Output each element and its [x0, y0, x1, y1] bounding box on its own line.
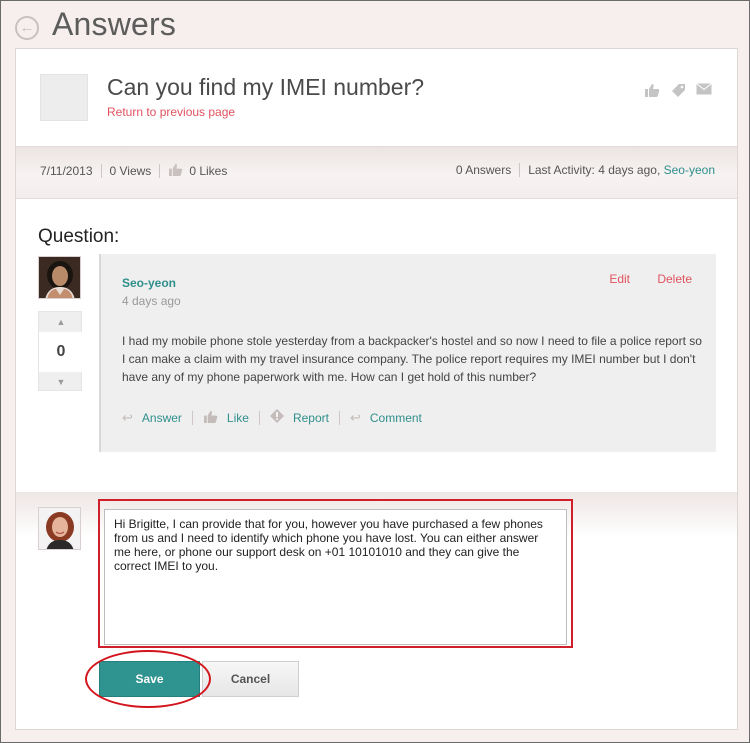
reply-arrow-icon: ↩	[349, 409, 361, 425]
return-to-previous-link[interactable]: Return to previous page	[107, 105, 235, 119]
envelope-icon[interactable]	[695, 83, 713, 97]
last-activity-label: Last Activity: 4 days ago,	[528, 163, 661, 177]
question-top-actions	[643, 83, 713, 97]
divider	[159, 164, 161, 178]
comment-action[interactable]: ↩ Comment	[350, 410, 422, 426]
views-count: 0 Views	[109, 164, 152, 178]
avatar[interactable]	[38, 507, 81, 550]
post-author-link[interactable]: Seo-yeon	[122, 276, 176, 290]
avatar[interactable]	[38, 256, 81, 299]
question-title: Can you find my IMEI number?	[107, 74, 425, 100]
save-button[interactable]: Save	[99, 661, 200, 697]
report-action[interactable]: Report	[269, 409, 329, 426]
answer-action-label: Answer	[141, 410, 182, 425]
question-section-label: Question:	[38, 226, 120, 247]
question-meta-bar: 7/11/2013 0 Views 0 Likes 0 Answers Last…	[16, 146, 737, 199]
question-thumbnail	[40, 74, 88, 121]
back-arrow-icon[interactable]: ←	[15, 16, 39, 40]
post-actions: ↩ Answer Like Report ↩ Comment	[122, 409, 422, 426]
answer-action[interactable]: ↩ Answer	[122, 410, 182, 426]
divider	[191, 410, 193, 425]
vote-widget: ▲ 0 ▼	[38, 311, 83, 392]
thumbs-up-icon	[203, 410, 218, 426]
answers-count: 0 Answers	[455, 163, 512, 177]
vote-up-icon[interactable]: ▲	[39, 312, 83, 332]
reply-arrow-icon: ↩	[122, 409, 133, 425]
edit-link[interactable]: Edit	[609, 272, 630, 286]
divider	[258, 410, 260, 425]
cancel-button[interactable]: Cancel	[202, 661, 299, 697]
answer-textarea[interactable]: Hi Brigitte, I can provide that for you,…	[104, 509, 567, 645]
vote-count: 0	[39, 332, 83, 372]
delete-link[interactable]: Delete	[657, 272, 692, 286]
thumbs-up-icon[interactable]	[643, 83, 661, 97]
thumbs-up-icon	[168, 163, 183, 179]
divider	[338, 410, 340, 425]
divider	[519, 163, 521, 177]
last-activity-user-link[interactable]: Seo-yeon	[664, 163, 715, 177]
post-date: 7/11/2013	[40, 164, 93, 178]
post-timestamp: 4 days ago	[122, 294, 181, 308]
like-action[interactable]: Like	[203, 410, 249, 426]
report-action-label: Report	[292, 410, 329, 425]
tag-icon[interactable]	[669, 83, 687, 97]
post-body: I had my mobile phone stole yesterday fr…	[122, 334, 702, 384]
question-card: Can you find my IMEI number? Return to p…	[15, 48, 738, 730]
page-title: Answers	[52, 6, 177, 42]
like-action-label: Like	[226, 410, 249, 425]
likes-count: 0 Likes	[189, 164, 228, 178]
warning-diamond-icon	[269, 409, 284, 426]
comment-action-label: Comment	[369, 410, 422, 425]
vote-down-icon[interactable]: ▼	[39, 372, 83, 392]
divider	[100, 164, 102, 178]
question-post: Seo-yeon 4 days ago Edit Delete I had my…	[99, 254, 716, 452]
